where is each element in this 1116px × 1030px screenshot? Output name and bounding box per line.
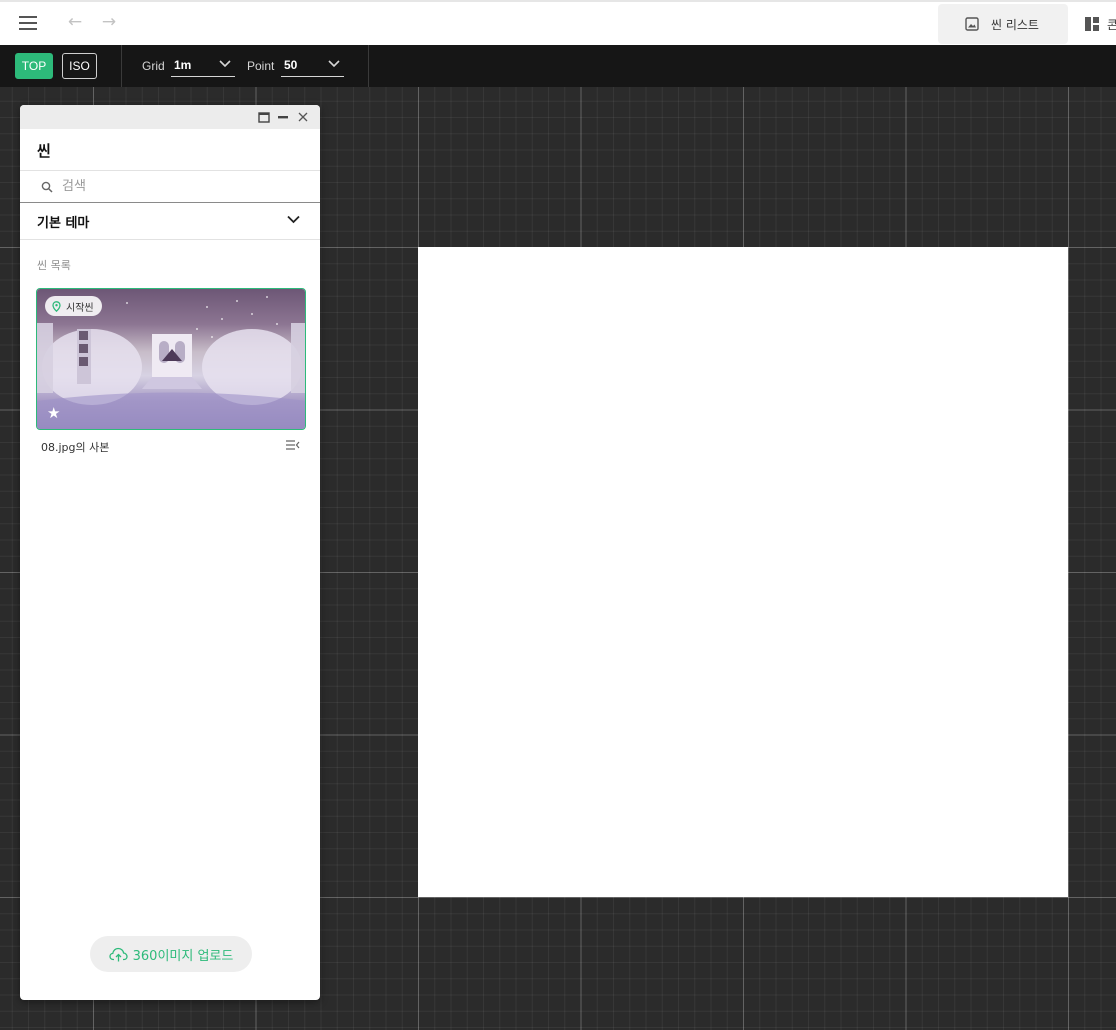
theme-label: 기본 테마 (37, 216, 90, 231)
scene-options-icon[interactable] (285, 438, 301, 452)
scene-card[interactable]: 시작씬 ★ (36, 288, 306, 430)
point-label: Point (247, 59, 275, 73)
iso-view-button[interactable]: ISO (62, 53, 97, 79)
scene-list-heading: 씬 목록 (37, 259, 71, 272)
top-app-bar: ← → 씬 리스트 콘 (0, 0, 1116, 45)
point-size-select[interactable]: 50 (281, 55, 344, 77)
top-view-button[interactable]: TOP (15, 53, 53, 79)
search-input[interactable] (62, 179, 282, 194)
location-pin-icon (52, 300, 61, 312)
floor-plan-area[interactable] (418, 247, 1068, 897)
theme-select[interactable]: 기본 테마 (20, 204, 320, 240)
image-icon (965, 17, 979, 31)
layout-button[interactable]: 콘 (1080, 4, 1116, 44)
scene-list-button[interactable]: 씬 리스트 (938, 4, 1068, 44)
layout-icon (1085, 17, 1099, 31)
chevron-down-icon (328, 60, 340, 68)
panel-title: 씬 (37, 142, 51, 160)
chevron-down-icon (287, 215, 300, 224)
view-toolbar: TOP ISO Grid 1m Point 50 (0, 45, 1116, 87)
minimize-icon[interactable] (276, 110, 290, 124)
cloud-upload-icon (108, 947, 128, 961)
upload-label: 360이미지 업로드 (132, 948, 234, 964)
grid-label: Grid (142, 59, 165, 73)
toolbar-divider (121, 45, 122, 87)
upload-360-image-button[interactable]: 360이미지 업로드 (90, 936, 252, 972)
grid-size-value: 1m (174, 58, 192, 72)
layout-label: 콘 (1107, 17, 1116, 32)
scene-list-label: 씬 리스트 (991, 17, 1039, 32)
search-icon (41, 181, 53, 193)
scene-search (20, 171, 320, 203)
toolbar-divider (368, 45, 369, 87)
scene-name: 08.jpg의 사본 (41, 441, 110, 454)
close-icon[interactable] (296, 110, 310, 124)
panel-titlebar[interactable] (20, 105, 320, 129)
scene-panel: 씬 기본 테마 씬 목록 (20, 105, 320, 1000)
star-icon[interactable]: ★ (47, 406, 60, 421)
maximize-icon[interactable] (257, 110, 271, 124)
hamburger-menu-icon[interactable] (18, 13, 40, 33)
arrow-left-icon[interactable]: ← (64, 11, 86, 33)
point-size-value: 50 (284, 58, 298, 72)
start-scene-badge: 시작씬 (45, 296, 102, 316)
grid-size-select[interactable]: 1m (171, 55, 235, 77)
chevron-down-icon (219, 60, 231, 68)
arrow-right-icon[interactable]: → (98, 11, 120, 33)
start-scene-label: 시작씬 (66, 302, 94, 314)
